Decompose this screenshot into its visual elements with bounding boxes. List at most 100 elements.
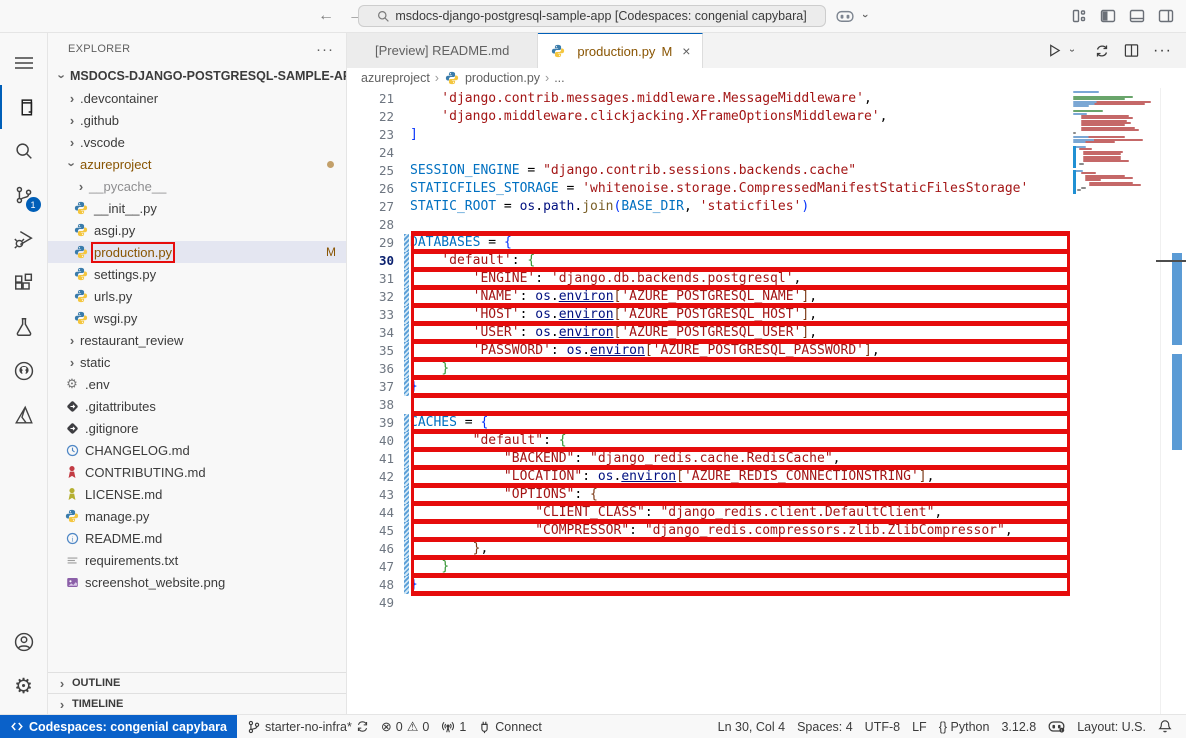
tree-item--gitattributes[interactable]: .gitattributes	[48, 395, 346, 417]
timeline-section[interactable]: › TIMELINE	[48, 693, 346, 714]
breadcrumb-symbol[interactable]: ...	[554, 71, 564, 85]
outline-section[interactable]: › OUTLINE	[48, 672, 346, 693]
tree-item-static[interactable]: ›static	[48, 351, 346, 373]
copilot-status-icon[interactable]: i	[1042, 715, 1071, 738]
tree-item-wsgi-py[interactable]: wsgi.py	[48, 307, 346, 329]
tree-item--vscode[interactable]: ›.vscode	[48, 131, 346, 153]
tree-item-screenshot-website-png[interactable]: screenshot_website.png	[48, 571, 346, 593]
explorer-icon[interactable]	[0, 85, 48, 129]
tree-item-msdocs-django-postgresql-sample-app-[interactable]: ›MSDOCS-DJANGO-POSTGRESQL-SAMPLE-APP...	[48, 65, 346, 87]
customize-layout-icon[interactable]	[1071, 8, 1087, 24]
line-number[interactable]: 34	[347, 324, 394, 342]
code-line-24[interactable]: 24	[347, 144, 1073, 162]
tree-item-production-py[interactable]: production.pyM	[48, 241, 346, 263]
tree-item-readme-md[interactable]: iREADME.md	[48, 527, 346, 549]
tree-item-license-md[interactable]: LICENSE.md	[48, 483, 346, 505]
code-line-29[interactable]: 29DATABASES = {	[347, 234, 1073, 252]
open-changes-icon[interactable]	[1094, 43, 1110, 59]
code-line-36[interactable]: 36 }	[347, 360, 1073, 378]
tree-item--github[interactable]: ›.github	[48, 109, 346, 131]
line-number[interactable]: 22	[347, 108, 394, 126]
line-number[interactable]: 49	[347, 594, 394, 612]
line-number[interactable]: 44	[347, 504, 394, 522]
tree-item--env[interactable]: ⚙.env	[48, 373, 346, 395]
tree-item--devcontainer[interactable]: ›.devcontainer	[48, 87, 346, 109]
code-line-27[interactable]: 27STATIC_ROOT = os.path.join(BASE_DIR, '…	[347, 198, 1073, 216]
tree-item-urls-py[interactable]: urls.py	[48, 285, 346, 307]
settings-gear-icon[interactable]: ⚙	[0, 664, 48, 708]
code-line-41[interactable]: 41 "BACKEND": "django_redis.cache.RedisC…	[347, 450, 1073, 468]
code-line-28[interactable]: 28	[347, 216, 1073, 234]
tree-item-settings-py[interactable]: settings.py	[48, 263, 346, 285]
extensions-icon[interactable]	[0, 261, 48, 305]
editor-more-actions[interactable]: ···	[1153, 42, 1172, 60]
tree-item-manage-py[interactable]: manage.py	[48, 505, 346, 527]
code-line-49[interactable]: 49	[347, 594, 1073, 612]
toggle-secondary-sidebar-icon[interactable]	[1158, 8, 1174, 24]
toggle-panel-icon[interactable]	[1129, 8, 1145, 24]
tree-item--init-py[interactable]: __init__.py	[48, 197, 346, 219]
nav-back-icon[interactable]: ←	[318, 7, 334, 25]
search-sidebar-icon[interactable]	[0, 129, 48, 173]
problems-status-item[interactable]: ⊗ 0 ⚠ 0	[375, 715, 435, 738]
code-line-31[interactable]: 31 'ENGINE': 'django.db.backends.postgre…	[347, 270, 1073, 288]
github-icon[interactable]	[0, 349, 48, 393]
line-number[interactable]: 43	[347, 486, 394, 504]
code-line-38[interactable]: 38	[347, 396, 1073, 414]
code-line-35[interactable]: 35 'PASSWORD': os.environ['AZURE_POSTGRE…	[347, 342, 1073, 360]
code-line-25[interactable]: 25SESSION_ENGINE = "django.contrib.sessi…	[347, 162, 1073, 180]
tab-readme-preview[interactable]: [Preview] README.md	[347, 33, 538, 68]
code-line-42[interactable]: 42 "LOCATION": os.environ['AZURE_REDIS_C…	[347, 468, 1073, 486]
tree-item-restaurant-review[interactable]: ›restaurant_review	[48, 329, 346, 351]
line-number[interactable]: 40	[347, 432, 394, 450]
ports-status-item[interactable]: 1	[435, 715, 472, 738]
line-number[interactable]: 45	[347, 522, 394, 540]
line-number[interactable]: 32	[347, 288, 394, 306]
line-number[interactable]: 23	[347, 126, 394, 144]
code-line-40[interactable]: 40 "default": {	[347, 432, 1073, 450]
command-center-search[interactable]: msdocs-django-postgresql-sample-app [Cod…	[358, 5, 826, 27]
explorer-more-actions[interactable]: ···	[316, 41, 334, 58]
line-number[interactable]: 38	[347, 396, 394, 414]
tab-production-py[interactable]: production.py M ×	[538, 33, 703, 68]
code-line-23[interactable]: 23]	[347, 126, 1073, 144]
accounts-icon[interactable]	[0, 620, 48, 664]
line-number[interactable]: 37	[347, 378, 394, 396]
tree-item--gitignore[interactable]: .gitignore	[48, 417, 346, 439]
remote-indicator[interactable]: Codespaces: congenial capybara	[0, 715, 237, 738]
overview-ruler[interactable]	[1160, 88, 1186, 714]
connect-status-item[interactable]: Connect	[472, 715, 548, 738]
keyboard-layout-item[interactable]: Layout: U.S.	[1071, 715, 1152, 738]
line-number[interactable]: 46	[347, 540, 394, 558]
language-mode-item[interactable]: {} Python	[933, 715, 996, 738]
line-number[interactable]: 41	[347, 450, 394, 468]
cursor-position-item[interactable]: Ln 30, Col 4	[712, 715, 791, 738]
code-line-46[interactable]: 46 },	[347, 540, 1073, 558]
line-number[interactable]: 21	[347, 90, 394, 108]
indentation-item[interactable]: Spaces: 4	[791, 715, 859, 738]
code-line-47[interactable]: 47 }	[347, 558, 1073, 576]
encoding-item[interactable]: UTF-8	[859, 715, 906, 738]
run-python-button[interactable]: ›	[1047, 43, 1080, 58]
line-number[interactable]: 42	[347, 468, 394, 486]
azure-icon[interactable]	[0, 393, 48, 437]
code-line-39[interactable]: 39CACHES = {	[347, 414, 1073, 432]
line-number[interactable]: 33	[347, 306, 394, 324]
code-editor[interactable]: 21 'django.contrib.messages.middleware.M…	[347, 88, 1186, 714]
code-line-34[interactable]: 34 'USER': os.environ['AZURE_POSTGRESQL_…	[347, 324, 1073, 342]
branch-status-item[interactable]: starter-no-infra*	[241, 715, 375, 738]
toggle-primary-sidebar-icon[interactable]	[1100, 8, 1116, 24]
breadcrumb-file[interactable]: production.py	[465, 71, 540, 85]
copilot-menu[interactable]: ›	[836, 9, 873, 23]
line-number[interactable]: 29	[347, 234, 394, 252]
line-number[interactable]: 31	[347, 270, 394, 288]
menu-icon[interactable]	[0, 41, 48, 85]
code-line-32[interactable]: 32 'NAME': os.environ['AZURE_POSTGRESQL_…	[347, 288, 1073, 306]
run-debug-icon[interactable]	[0, 217, 48, 261]
tree-item-contributing-md[interactable]: CONTRIBUTING.md	[48, 461, 346, 483]
line-number[interactable]: 27	[347, 198, 394, 216]
line-number[interactable]: 24	[347, 144, 394, 162]
tree-item-requirements-txt[interactable]: requirements.txt	[48, 549, 346, 571]
code-line-21[interactable]: 21 'django.contrib.messages.middleware.M…	[347, 90, 1073, 108]
code-line-44[interactable]: 44 "CLIENT_CLASS": "django_redis.client.…	[347, 504, 1073, 522]
